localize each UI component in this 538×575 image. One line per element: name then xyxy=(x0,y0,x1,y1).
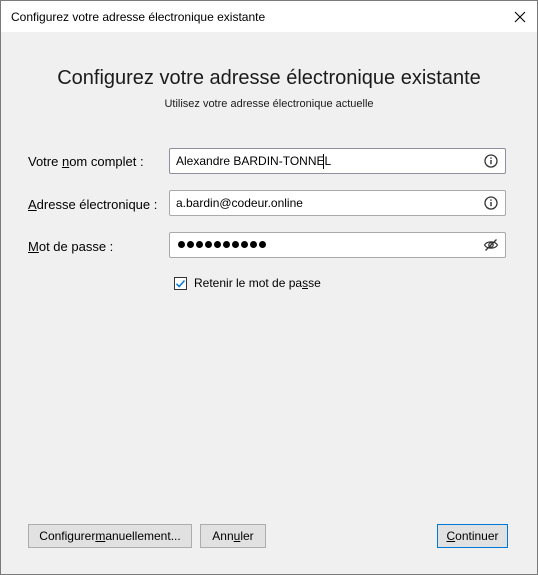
password-dot xyxy=(178,241,185,248)
remember-password-checkbox[interactable] xyxy=(174,276,187,290)
password-mask xyxy=(178,241,266,248)
password-dot xyxy=(187,241,194,248)
password-dot xyxy=(223,241,230,248)
page-subtitle: Utilisez votre adresse électronique actu… xyxy=(164,98,374,110)
continue-button[interactable]: Continuer xyxy=(437,524,508,548)
email-input[interactable] xyxy=(176,191,476,215)
close-icon xyxy=(514,11,526,23)
cancel-button[interactable]: Ann u ler xyxy=(200,524,266,548)
remember-password-label: Retenir le mot de passe xyxy=(194,276,321,290)
password-label: Mot de passe : xyxy=(28,239,114,254)
password-dot xyxy=(232,241,239,248)
password-dot xyxy=(196,241,203,248)
password-dot xyxy=(214,241,221,248)
email-label: Adresse électronique : xyxy=(28,197,158,212)
name-field[interactable] xyxy=(169,148,506,174)
name-label: Votre nom complet : xyxy=(28,154,144,169)
email-field[interactable] xyxy=(169,190,506,216)
password-dot xyxy=(259,241,266,248)
remember-password-option[interactable]: Retenir le mot de passe xyxy=(174,276,321,290)
name-input[interactable] xyxy=(176,149,476,173)
dialog-window: Configurez votre adresse électronique ex… xyxy=(0,0,538,575)
close-button[interactable] xyxy=(509,6,531,28)
eye-slash-icon[interactable] xyxy=(483,237,499,253)
text-caret xyxy=(323,154,324,169)
info-icon[interactable] xyxy=(483,195,499,211)
checkmark-icon xyxy=(175,279,186,288)
password-field[interactable] xyxy=(169,232,506,258)
page-title: Configurez votre adresse électronique ex… xyxy=(57,67,481,89)
configure-manually-button[interactable]: Configurer m anuellement... xyxy=(28,524,192,548)
password-dot xyxy=(205,241,212,248)
password-dot xyxy=(241,241,248,248)
info-icon[interactable] xyxy=(483,153,499,169)
window-title: Configurez votre adresse électronique ex… xyxy=(11,10,266,24)
title-bar: Configurez votre adresse électronique ex… xyxy=(1,1,537,32)
password-dot xyxy=(250,241,257,248)
